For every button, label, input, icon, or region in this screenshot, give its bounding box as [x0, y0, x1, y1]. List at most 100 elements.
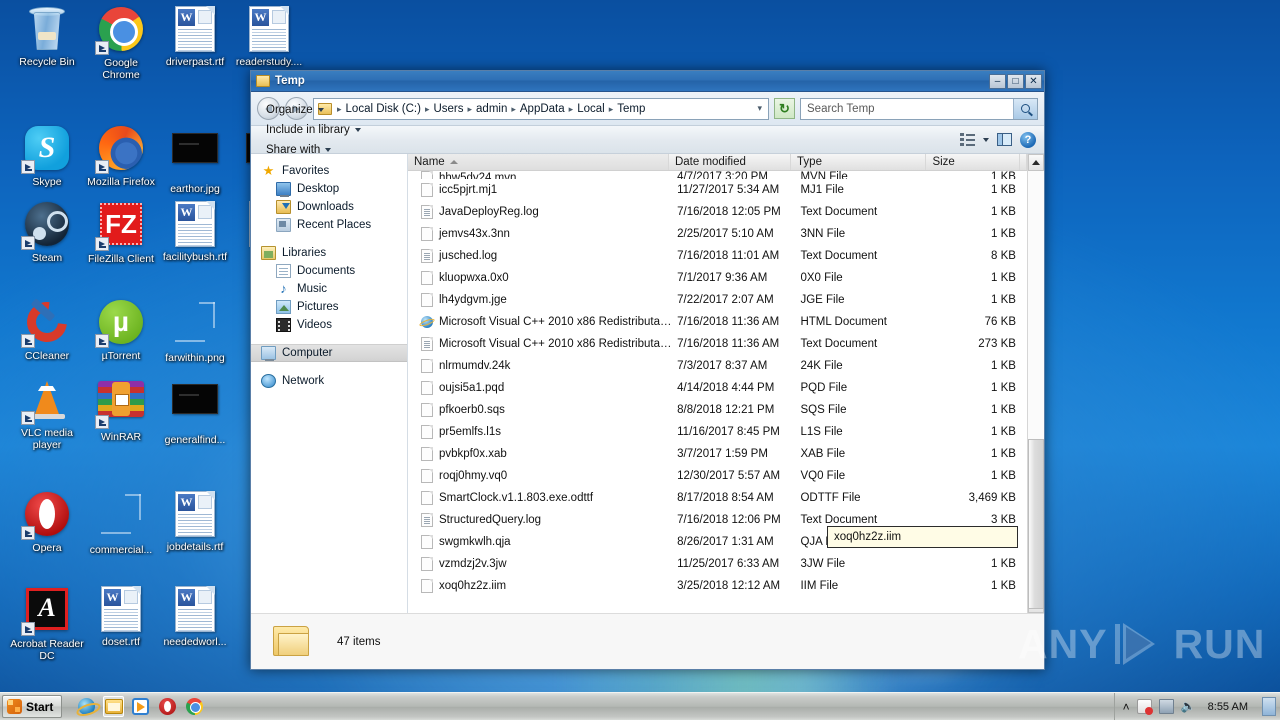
desktop-icon-facilitybush-rtf[interactable]: Wfacilitybush.rtf: [158, 200, 232, 264]
star-icon: ★: [262, 163, 275, 178]
desktop-icon-torrent[interactable]: µ µTorrent: [84, 298, 158, 363]
close-button[interactable]: ✕: [1025, 73, 1042, 89]
refresh-button[interactable]: ↻: [774, 98, 795, 119]
desktop-icon-ccleaner[interactable]: CCleaner: [10, 293, 84, 363]
maximize-button[interactable]: □: [1007, 73, 1024, 89]
nav-item-network[interactable]: Network: [251, 372, 407, 390]
show-desktop-button[interactable]: [1262, 697, 1276, 716]
breadcrumb-item-temp[interactable]: Temp: [615, 102, 647, 116]
nav-item-desktop[interactable]: Desktop: [251, 180, 407, 198]
table-row[interactable]: xoq0hz2z.iim 3/25/2018 12:12 AM IIM File 1 …: [408, 575, 1027, 597]
desktop-icon-jobdetails-rtf[interactable]: Wjobdetails.rtf: [158, 490, 232, 554]
nav-item-downloads[interactable]: Downloads: [251, 198, 407, 216]
nav-item-libraries[interactable]: Libraries: [251, 244, 407, 262]
volume-icon[interactable]: 🔈: [1181, 699, 1196, 714]
table-row[interactable]: Microsoft Visual C++ 2010 x86 Redistribu…: [408, 311, 1027, 333]
desktop-icon-farwithin-png[interactable]: farwithin.png: [158, 298, 232, 365]
desktop-icon-doset-rtf[interactable]: Wdoset.rtf: [84, 585, 158, 649]
table-row[interactable]: pfkoerb0.sqs 8/8/2018 12:21 PM SQS File 1 K…: [408, 399, 1027, 421]
search-box[interactable]: Search Temp: [800, 97, 1038, 120]
cell-name: xoq0hz2z.iim: [408, 579, 672, 593]
taskbar-windows-media-player-icon[interactable]: [130, 696, 151, 717]
desktop-icon-steam[interactable]: Steam: [10, 200, 84, 265]
clock[interactable]: 8:55 AM: [1203, 701, 1253, 713]
table-row[interactable]: Microsoft Visual C++ 2010 x86 Redistribu…: [408, 333, 1027, 355]
breadcrumb-item-users[interactable]: Users: [431, 102, 465, 116]
desktop-icon-mozilla-firefox[interactable]: Mozilla Firefox: [84, 124, 158, 189]
table-row[interactable]: pr5emlfs.l1s 11/16/2017 8:45 PM L1S File 1 …: [408, 421, 1027, 443]
help-icon[interactable]: ?: [1020, 131, 1036, 148]
network-icon: [261, 374, 276, 388]
breadcrumb-item-local[interactable]: Local: [575, 102, 607, 116]
table-row[interactable]: oujsi5a1.pqd 4/14/2018 4:44 PM PQD File 1 K…: [408, 377, 1027, 399]
desktop-icon-winrar[interactable]: WinRAR: [84, 375, 158, 444]
column-header-name[interactable]: Name: [408, 154, 669, 170]
command-include-in-library[interactable]: Include in library: [257, 120, 370, 140]
start-button[interactable]: Start: [2, 695, 63, 718]
taskbar-chrome-icon[interactable]: [184, 696, 205, 717]
column-header-type[interactable]: Type: [791, 154, 927, 170]
search-input[interactable]: Search Temp: [807, 103, 875, 115]
search-icon[interactable]: [1013, 98, 1037, 119]
table-row[interactable]: kluopwxa.0x0 7/1/2017 9:36 AM 0X0 File 1 KB: [408, 267, 1027, 289]
table-row[interactable]: vzmdzj2v.3jw 11/25/2017 6:33 AM 3JW File 1 …: [408, 553, 1027, 575]
nav-item-videos[interactable]: Videos: [251, 316, 407, 334]
scrollbar-thumb[interactable]: [1028, 439, 1044, 609]
taskbar-opera-icon[interactable]: [157, 696, 178, 717]
table-row[interactable]: nlrmumdv.24k 7/3/2017 8:37 AM 24K File 1 KB: [408, 355, 1027, 377]
table-row[interactable]: pvbkpf0x.xab 3/7/2017 1:59 PM XAB File 1 KB: [408, 443, 1027, 465]
view-dropdown-icon[interactable]: [983, 137, 989, 142]
command-organize[interactable]: Organize: [257, 100, 370, 120]
desktop-icon-recycle-bin[interactable]: Recycle Bin: [10, 5, 84, 69]
breadcrumb-item-admin[interactable]: admin: [474, 102, 509, 116]
window-titlebar[interactable]: Temp – □ ✕: [251, 71, 1044, 92]
column-header-size[interactable]: Size: [926, 154, 1020, 170]
change-view-icon[interactable]: [960, 133, 975, 146]
cell-type: SQS File: [800, 404, 847, 416]
vertical-scrollbar[interactable]: [1027, 154, 1044, 613]
desktop-icon-filezilla-client[interactable]: FZ FileZilla Client: [84, 200, 158, 266]
breadcrumb-dropdown-icon[interactable]: ▾: [757, 103, 766, 114]
table-row[interactable]: lh4ydgvm.jge 7/22/2017 2:07 AM JGE File 1 K…: [408, 289, 1027, 311]
preview-pane-icon[interactable]: [997, 133, 1012, 146]
table-row[interactable]: jusched.log 7/16/2018 11:01 AM Text Docume…: [408, 245, 1027, 267]
desktop-icon-generalfind[interactable]: generalfind...: [158, 375, 232, 447]
table-row[interactable]: jemvs43x.3nn 2/25/2017 5:10 AM 3NN File 1 K…: [408, 223, 1027, 245]
table-row[interactable]: hhw5dy24.mvn 4/7/2017 3:20 PM MVN File 1 KB: [408, 171, 1027, 179]
desktop-icon-acrobat-reader-dc[interactable]: Acrobat Reader DC: [10, 585, 84, 662]
desktop-icon-earthor-jpg[interactable]: earthor.jpg: [158, 124, 232, 196]
desktop-icon-vlc-media-player[interactable]: VLC media player: [10, 375, 84, 451]
scrollbar-track[interactable]: [1028, 171, 1044, 609]
taskbar-internet-explorer-icon[interactable]: [76, 696, 97, 717]
table-row[interactable]: icc5pjrt.mj1 11/27/2017 5:34 AM MJ1 File 1 …: [408, 179, 1027, 201]
desktop-icon-skype[interactable]: S Skype: [10, 124, 84, 189]
column-header-date-modified[interactable]: Date modified: [669, 154, 792, 170]
desktop-icon-opera[interactable]: Opera: [10, 490, 84, 555]
breadcrumb-bar[interactable]: ▸ Local Disk (C:) ▸ Users ▸ admin ▸ AppData ▸ Loc…: [313, 97, 769, 120]
show-hidden-icons-button[interactable]: ˄: [1123, 700, 1130, 714]
nav-item-favorites[interactable]: ★ Favorites: [251, 162, 407, 180]
table-row[interactable]: roqj0hmy.vq0 12/30/2017 5:57 AM VQ0 File 1 …: [408, 465, 1027, 487]
desktop-icon-readerstudy[interactable]: Wreaderstudy....: [232, 5, 306, 69]
generic-file-icon: [421, 557, 433, 571]
table-row[interactable]: JavaDeployReg.log 7/16/2018 12:05 PM Text …: [408, 201, 1027, 223]
cell-date-modified: 3/25/2018 12:12 AM: [677, 580, 781, 592]
desktop-icon-commercial[interactable]: commercial...: [84, 490, 158, 557]
nav-item-computer[interactable]: Computer: [251, 344, 407, 362]
nav-item-music[interactable]: ♪ Music: [251, 280, 407, 298]
breadcrumb-item-appdata[interactable]: AppData: [518, 102, 567, 116]
minimize-button[interactable]: –: [989, 73, 1006, 89]
scroll-up-button[interactable]: [1028, 154, 1044, 171]
action-center-icon[interactable]: [1136, 699, 1153, 715]
table-row[interactable]: SmartClock.v1.1.803.exe.odttf 8/17/2018 8…: [408, 487, 1027, 509]
desktop-icon-neededworl[interactable]: Wneededworl...: [158, 585, 232, 649]
explorer-window: Temp – □ ✕ ▸ Local Disk (C:) ▸ Users ▸ admin ▸…: [250, 70, 1045, 670]
network-icon[interactable]: [1158, 699, 1174, 714]
desktop-icon-driverpast-rtf[interactable]: Wdriverpast.rtf: [158, 5, 232, 69]
nav-item-documents[interactable]: Documents: [251, 262, 407, 280]
nav-item-recent-places[interactable]: Recent Places: [251, 216, 407, 234]
taskbar-windows-explorer-icon[interactable]: [103, 696, 125, 717]
desktop-icon-google-chrome[interactable]: Google Chrome: [84, 5, 158, 81]
nav-item-pictures[interactable]: Pictures: [251, 298, 407, 316]
cell-date-modified: 8/17/2018 8:54 AM: [677, 492, 774, 504]
